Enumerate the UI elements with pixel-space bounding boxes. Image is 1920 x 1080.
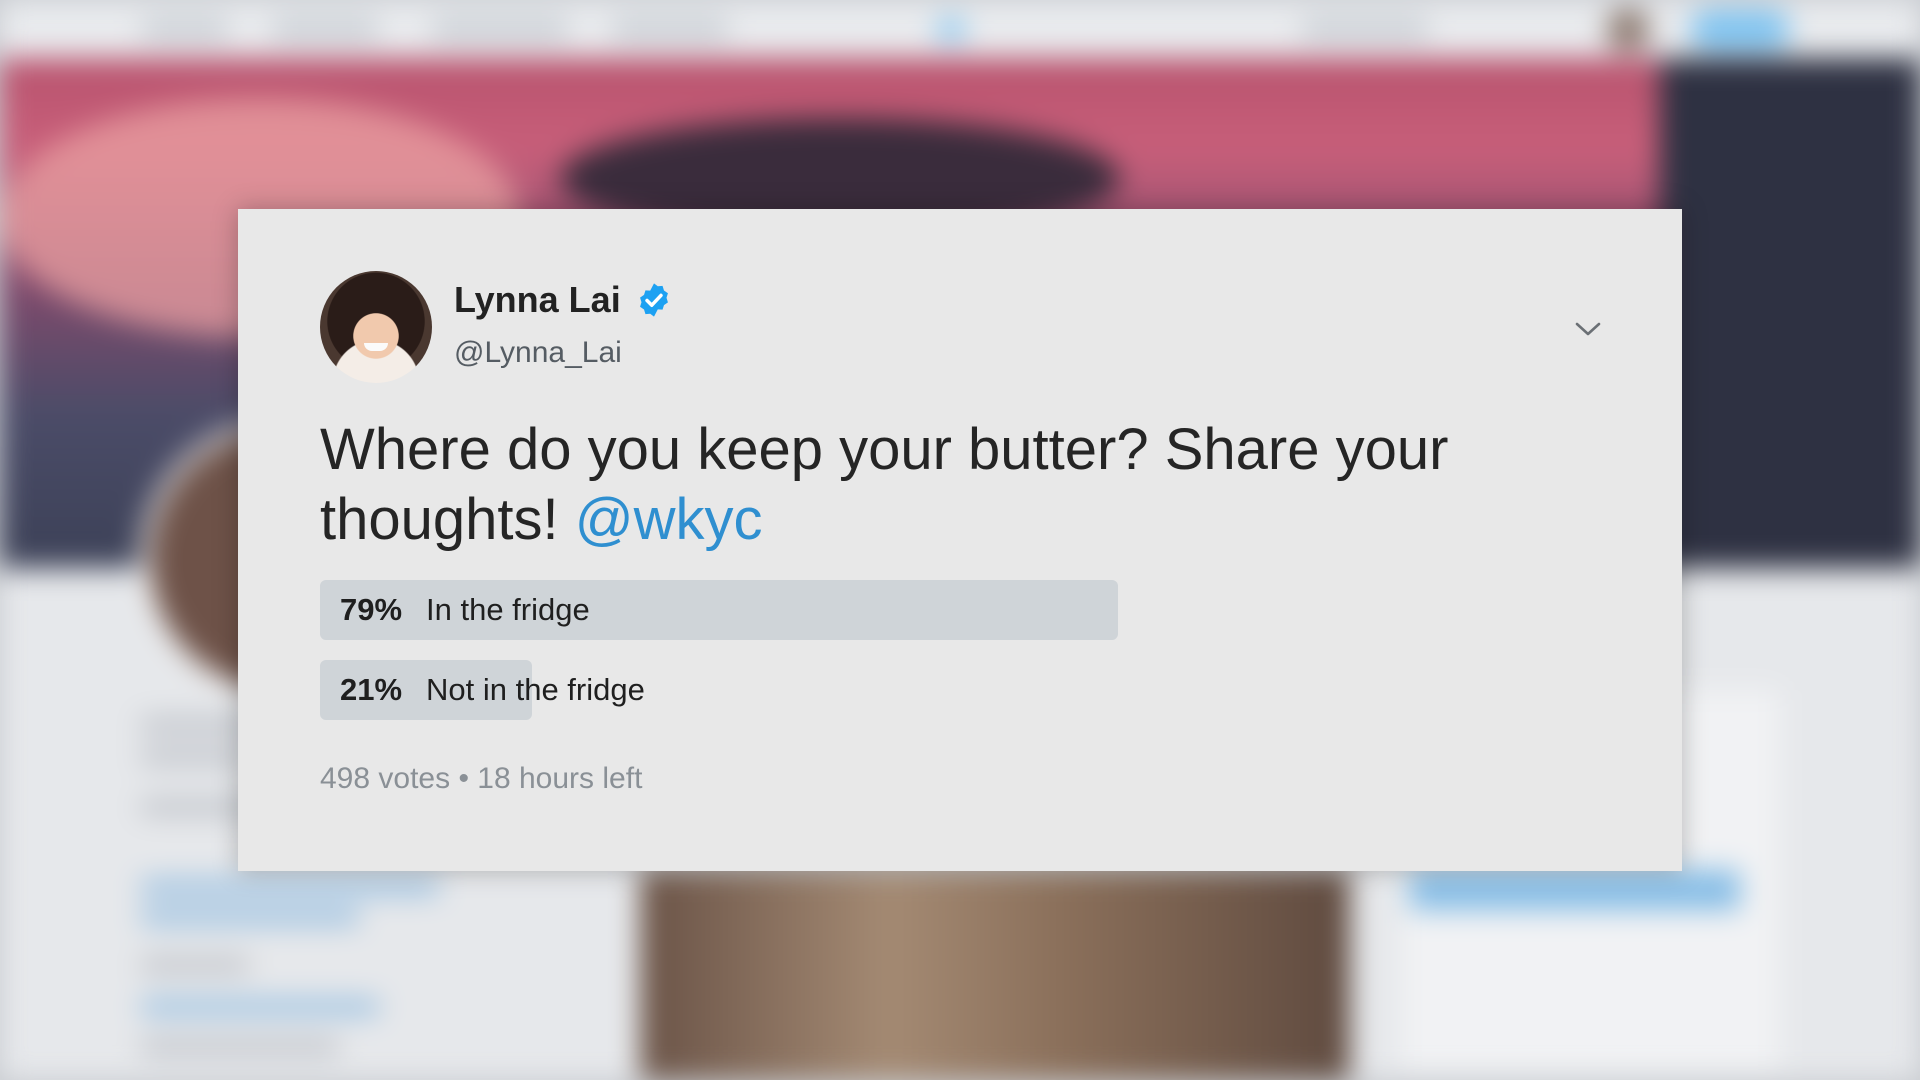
author-handle[interactable]: @Lynna_Lai (454, 336, 622, 370)
chevron-down-icon[interactable] (1572, 317, 1604, 341)
poll-option: 79% In the fridge (320, 580, 1330, 640)
poll-time-left: 18 hours left (477, 762, 643, 795)
background-tweet-button (1690, 10, 1790, 50)
poll-percentage: 21% (340, 672, 403, 707)
poll-option-label: Not in the fridge (426, 672, 645, 707)
background-photo (640, 870, 1350, 1080)
author-avatar[interactable] (320, 271, 432, 383)
author-name-row[interactable]: Lynna Lai (454, 279, 673, 321)
background-nav-bar (0, 0, 1920, 58)
poll-vote-count: 498 votes (320, 762, 451, 795)
poll-option-label: In the fridge (426, 592, 590, 627)
poll-option: 21% Not in the fridge (320, 660, 1330, 720)
author-name[interactable]: Lynna Lai (454, 279, 621, 321)
verified-badge-icon (639, 283, 668, 317)
mention-link[interactable]: @wkyc (575, 487, 763, 552)
tweet-text: Where do you keep your butter? Share you… (320, 415, 1620, 555)
background-nav-avatar (1606, 8, 1650, 52)
tweet-card: Lynna Lai @Lynna_Lai Where do you keep y… (238, 209, 1682, 871)
background-bird-logo (936, 18, 966, 42)
poll-separator: • (458, 762, 469, 795)
poll-percentage: 79% (340, 592, 403, 627)
poll-meta: 498 votes • 18 hours left (320, 762, 642, 796)
tweet-body: Where do you keep your butter? Share you… (320, 417, 1449, 552)
